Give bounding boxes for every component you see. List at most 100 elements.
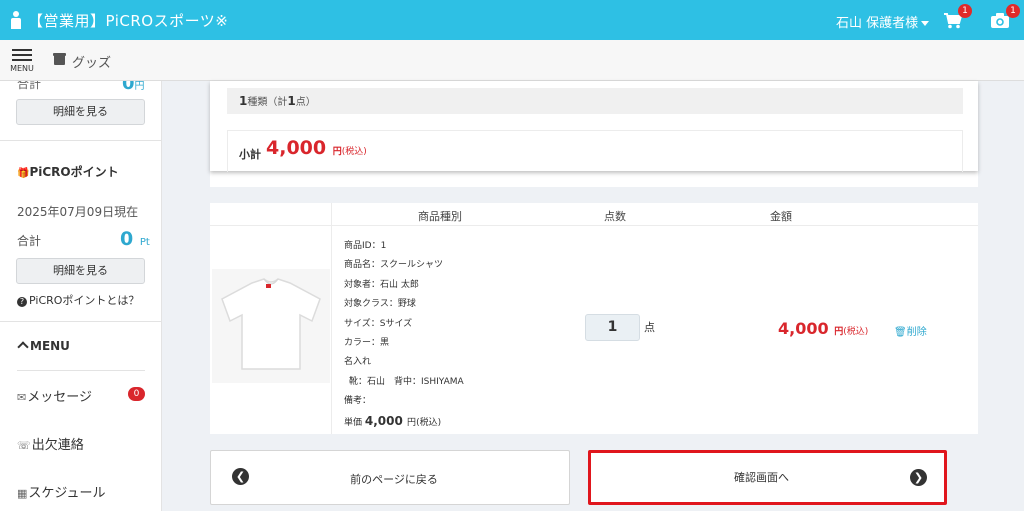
item-count-row: 1種類（計1点） <box>227 88 963 114</box>
unit-price-yen: 円 <box>407 417 417 428</box>
product-details: 商品ID：1 商品名：スクールシャツ 対象者：石山 太郎 対象クラス：野球 サイ… <box>344 237 464 433</box>
messages-badge: 0 <box>128 387 145 401</box>
delete-label: 削除 <box>906 327 927 338</box>
envelope-icon: ✉ <box>17 391 27 404</box>
delete-button[interactable]: 🗑削除 <box>894 323 927 338</box>
points-unit: Pt <box>139 237 150 248</box>
person-icon <box>10 11 22 29</box>
line-total: 4,000 円(税込) <box>778 319 868 338</box>
points-heading-label: PiCROポイント <box>29 165 119 179</box>
points-help-label: PiCROポイントとは？ <box>29 294 140 307</box>
nav-schedule[interactable]: ▦スケジュール <box>17 482 106 501</box>
kinds-suffix: 点） <box>295 97 316 108</box>
hamburger-icon <box>12 49 32 51</box>
divider <box>0 140 161 141</box>
cart-table: 商品種別 点数 金額 商品ID：1 商品名：スクールシャツ 対象者：石山 太郎 … <box>210 203 978 434</box>
subtotal-number: 4,000 <box>266 137 327 159</box>
nav-schedule-label: スケジュール <box>28 486 106 501</box>
unit-price-number: 4,000 <box>364 413 403 428</box>
sidebar: 合計 0円 明細を見る 🎁PiCROポイント 2025年07月09日現在 合計 … <box>0 81 162 511</box>
unit-price: 単価 4,000 円(税込) <box>344 412 464 433</box>
cart-total-number: 0 <box>122 81 135 94</box>
chevron-right-circle-icon: ❯ <box>910 469 927 486</box>
quantity-unit: 点 <box>644 321 655 334</box>
menu-label: MENU <box>10 64 34 73</box>
line-total-yen: 円 <box>834 327 844 337</box>
cart-total-label: 合計 <box>17 81 42 91</box>
points-total-value: 0 Pt <box>120 228 150 250</box>
product-name-print: 名入れ <box>344 357 372 368</box>
confirm-button[interactable]: 確認画面へ ❯ <box>588 450 947 505</box>
points-total-label: 合計 <box>17 234 42 248</box>
user-menu[interactable]: 石山 保護者様 <box>836 12 930 31</box>
view-details-button[interactable]: 明細を見る <box>16 99 145 125</box>
line-total-number: 4,000 <box>778 319 829 338</box>
nav-messages-label: メッセージ <box>27 390 92 405</box>
product-image-cell <box>210 203 332 434</box>
back-button[interactable]: ❮ 前のページに戻る <box>210 450 570 505</box>
cart-button[interactable]: 1 <box>940 4 972 32</box>
product-image <box>212 269 330 383</box>
gift-icon: 🎁 <box>17 168 30 179</box>
points-help-link[interactable]: ? PiCROポイントとは？ <box>17 292 139 308</box>
product-name-print-detail: 靴：石山 背中：ISHIYAMA <box>349 376 464 387</box>
caret-down-icon <box>921 21 930 26</box>
top-bar: 【営業用】PiCROスポーツ※ 石山 保護者様 1 1 <box>0 0 1024 40</box>
question-icon: ? <box>17 297 27 307</box>
cart-total-value: 0円 <box>122 81 145 94</box>
product-id: 商品ID：1 <box>344 241 387 251</box>
header-quantity: 点数 <box>604 210 626 223</box>
product-remarks: 備考： <box>344 396 372 407</box>
unit-price-value: 4,000 円 <box>365 414 416 428</box>
points-total-number: 0 <box>120 228 134 250</box>
user-name: 石山 保護者様 <box>836 16 919 31</box>
product-color: カラー：黒 <box>344 338 390 349</box>
camera-button[interactable]: 1 <box>988 4 1020 32</box>
chevron-up-icon <box>17 341 29 353</box>
phone-icon: ☏ <box>17 439 31 452</box>
sub-bar: MENU グッズ <box>0 40 1024 81</box>
unit-price-tax: (税込) <box>416 417 442 428</box>
product-target-class: 対象クラス：野球 <box>344 299 416 310</box>
summary-card: 1種類（計1点） 小計 4,000 円(税込) <box>210 81 978 187</box>
quantity-input[interactable]: 1 <box>585 314 640 341</box>
unit-price-label: 単価 <box>344 417 363 428</box>
line-total-tax: (税込) <box>843 327 869 337</box>
breadcrumb: グッズ <box>72 56 112 71</box>
product-target: 対象者：石山 太郎 <box>344 279 419 290</box>
items-count: 1 <box>287 94 296 108</box>
nav-messages[interactable]: ✉メッセージ <box>17 386 92 405</box>
tshirt-icon <box>221 278 321 370</box>
menu-heading-label: MENU <box>30 339 70 353</box>
cart-badge: 1 <box>958 4 972 18</box>
subtotal-label: 小計 <box>239 148 261 161</box>
subtotal-amount: 4,000 円(税込) <box>266 137 367 159</box>
calendar-icon: ▦ <box>17 487 28 500</box>
hamburger-bar <box>12 59 32 61</box>
product-size: サイズ：Sサイズ <box>344 318 413 329</box>
summary-panel: 1種類（計1点） 小計 4,000 円(税込) <box>210 81 978 172</box>
product-name: 商品名：スクールシャツ <box>344 260 444 271</box>
points-heading: 🎁PiCROポイント <box>17 163 119 180</box>
menu-button[interactable]: MENU <box>8 47 36 77</box>
hamburger-bar <box>12 54 32 56</box>
points-date: 2025年07月09日現在 <box>17 205 139 219</box>
divider <box>0 321 161 322</box>
subtotal-box: 小計 4,000 円(税込) <box>227 130 963 172</box>
subtotal-yen: 円 <box>332 147 342 157</box>
nav-attendance-label: 出欠連絡 <box>31 438 84 453</box>
menu-heading[interactable]: MENU <box>17 339 70 353</box>
view-points-details-button[interactable]: 明細を見る <box>16 258 145 284</box>
header-product-type: 商品種別 <box>418 210 462 223</box>
cart-total-unit: 円 <box>134 81 145 92</box>
nav-attendance[interactable]: ☏出欠連絡 <box>17 434 84 453</box>
confirm-button-label: 確認画面へ <box>734 471 789 484</box>
trash-icon: 🗑 <box>894 327 907 338</box>
back-button-label: 前のページに戻る <box>350 473 438 486</box>
header-amount: 金額 <box>770 210 792 223</box>
app-title[interactable]: 【営業用】PiCROスポーツ※ <box>28 10 228 31</box>
subtotal-tax: (税込) <box>341 147 367 157</box>
divider <box>17 370 145 371</box>
kinds-text: 種類（計 <box>247 97 288 108</box>
box-icon <box>53 53 66 65</box>
